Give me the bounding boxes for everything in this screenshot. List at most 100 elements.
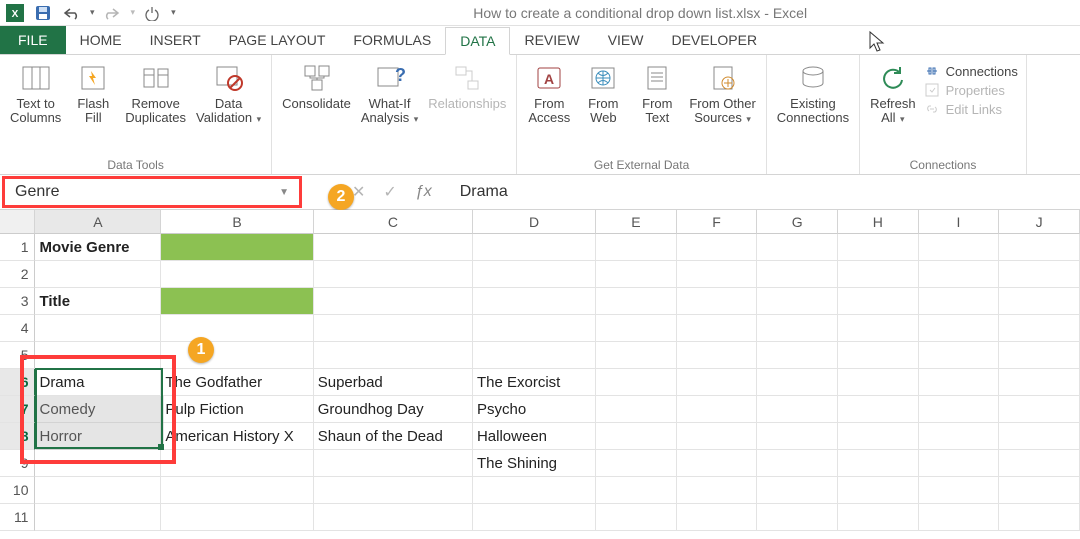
cell-C9[interactable] xyxy=(314,450,473,477)
row-header-6[interactable]: 6 xyxy=(0,369,35,396)
cell-B3[interactable] xyxy=(161,288,313,315)
cell-E9[interactable] xyxy=(596,450,677,477)
cell-C1[interactable] xyxy=(314,234,473,261)
formula-input[interactable]: Drama xyxy=(450,183,1080,201)
col-header-A[interactable]: A xyxy=(35,210,161,234)
cell-E2[interactable] xyxy=(596,261,677,288)
cell-B11[interactable] xyxy=(161,504,313,531)
row-header-8[interactable]: 8 xyxy=(0,423,35,450)
tab-review[interactable]: REVIEW xyxy=(510,26,593,54)
cell-A3[interactable]: Title xyxy=(35,288,161,315)
tab-home[interactable]: HOME xyxy=(66,26,136,54)
cell-I2[interactable] xyxy=(919,261,1000,288)
from-text-button[interactable]: From Text xyxy=(633,59,681,126)
cell-F1[interactable] xyxy=(677,234,758,261)
cell-G4[interactable] xyxy=(757,315,838,342)
cell-A2[interactable] xyxy=(35,261,161,288)
cell-C6[interactable]: Superbad xyxy=(314,369,473,396)
cell-A9[interactable] xyxy=(35,450,161,477)
col-header-G[interactable]: G xyxy=(757,210,838,234)
worksheet-grid[interactable]: ABCDEFGHIJ1Movie Genre23Title456DramaThe… xyxy=(0,210,1080,531)
cell-D10[interactable] xyxy=(473,477,596,504)
cell-H9[interactable] xyxy=(838,450,919,477)
cell-E8[interactable] xyxy=(596,423,677,450)
cell-H8[interactable] xyxy=(838,423,919,450)
cell-B7[interactable]: Pulp Fiction xyxy=(161,396,313,423)
cell-E6[interactable] xyxy=(596,369,677,396)
cell-J9[interactable] xyxy=(999,450,1080,477)
tab-formulas[interactable]: FORMULAS xyxy=(339,26,445,54)
undo-dropdown-icon[interactable]: ▾ xyxy=(90,7,95,18)
cell-H3[interactable] xyxy=(838,288,919,315)
row-header-5[interactable]: 5 xyxy=(0,342,35,369)
tab-developer[interactable]: DEVELOPER xyxy=(657,26,771,54)
cell-A10[interactable] xyxy=(35,477,161,504)
cell-B2[interactable] xyxy=(161,261,313,288)
cell-I10[interactable] xyxy=(919,477,1000,504)
save-icon[interactable] xyxy=(32,2,54,24)
cell-J1[interactable] xyxy=(999,234,1080,261)
cell-G5[interactable] xyxy=(757,342,838,369)
cell-J6[interactable] xyxy=(999,369,1080,396)
cell-F9[interactable] xyxy=(677,450,758,477)
from-web-button[interactable]: From Web xyxy=(579,59,627,126)
existing-connections-button[interactable]: Existing Connections xyxy=(775,59,851,126)
cell-F10[interactable] xyxy=(677,477,758,504)
cell-D8[interactable]: Halloween xyxy=(473,423,596,450)
cell-B10[interactable] xyxy=(161,477,313,504)
cell-I5[interactable] xyxy=(919,342,1000,369)
refresh-all-button[interactable]: Refresh All ▾ xyxy=(868,59,918,126)
row-header-1[interactable]: 1 xyxy=(0,234,35,261)
undo-button[interactable] xyxy=(60,2,82,24)
cell-B1[interactable] xyxy=(161,234,313,261)
col-header-H[interactable]: H xyxy=(838,210,919,234)
cell-D2[interactable] xyxy=(473,261,596,288)
cell-C5[interactable] xyxy=(314,342,473,369)
cell-F3[interactable] xyxy=(677,288,758,315)
cell-D4[interactable] xyxy=(473,315,596,342)
remove-duplicates-button[interactable]: Remove Duplicates xyxy=(123,59,188,126)
col-header-I[interactable]: I xyxy=(919,210,1000,234)
fx-icon[interactable]: ƒx xyxy=(415,183,432,201)
cell-F5[interactable] xyxy=(677,342,758,369)
cell-D9[interactable]: The Shining xyxy=(473,450,596,477)
cell-D5[interactable] xyxy=(473,342,596,369)
cell-I9[interactable] xyxy=(919,450,1000,477)
cell-G9[interactable] xyxy=(757,450,838,477)
cell-F2[interactable] xyxy=(677,261,758,288)
cell-G7[interactable] xyxy=(757,396,838,423)
row-header-7[interactable]: 7 xyxy=(0,396,35,423)
cell-B9[interactable] xyxy=(161,450,313,477)
cell-I8[interactable] xyxy=(919,423,1000,450)
cell-G6[interactable] xyxy=(757,369,838,396)
col-header-C[interactable]: C xyxy=(314,210,473,234)
cell-I7[interactable] xyxy=(919,396,1000,423)
col-header-D[interactable]: D xyxy=(473,210,596,234)
cell-A4[interactable] xyxy=(35,315,161,342)
cell-C10[interactable] xyxy=(314,477,473,504)
cell-D6[interactable]: The Exorcist xyxy=(473,369,596,396)
cell-C8[interactable]: Shaun of the Dead xyxy=(314,423,473,450)
cell-B5[interactable] xyxy=(161,342,313,369)
cell-I6[interactable] xyxy=(919,369,1000,396)
row-header-10[interactable]: 10 xyxy=(0,477,35,504)
cell-G2[interactable] xyxy=(757,261,838,288)
cell-E4[interactable] xyxy=(596,315,677,342)
row-header-9[interactable]: 9 xyxy=(0,450,35,477)
row-header-11[interactable]: 11 xyxy=(0,504,35,531)
tab-data[interactable]: DATA xyxy=(445,27,510,55)
cell-D1[interactable] xyxy=(473,234,596,261)
cell-F6[interactable] xyxy=(677,369,758,396)
cell-D11[interactable] xyxy=(473,504,596,531)
qat-customize-icon[interactable]: ▾ xyxy=(171,7,176,18)
name-box-dropdown-icon[interactable]: ▼ xyxy=(279,187,289,198)
cell-C4[interactable] xyxy=(314,315,473,342)
cell-H2[interactable] xyxy=(838,261,919,288)
from-other-sources-button[interactable]: From Other Sources ▾ xyxy=(687,59,757,126)
redo-dropdown-icon[interactable]: ▾ xyxy=(131,7,136,18)
cell-J5[interactable] xyxy=(999,342,1080,369)
connections-link[interactable]: Connections xyxy=(924,63,1018,79)
cell-F4[interactable] xyxy=(677,315,758,342)
cell-B8[interactable]: American History X xyxy=(161,423,313,450)
touch-mode-icon[interactable] xyxy=(141,2,163,24)
